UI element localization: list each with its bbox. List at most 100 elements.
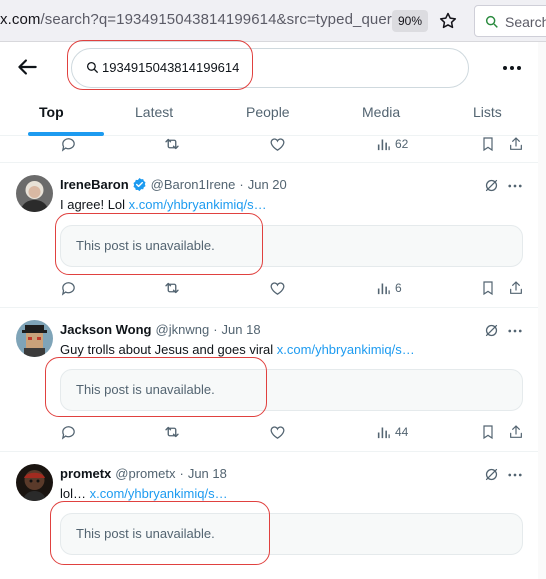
url-bar[interactable]: x.com/search?q=1934915043814199614&src=t…	[0, 11, 399, 28]
search-input[interactable]: 1934915043814199614	[71, 48, 469, 88]
search-icon	[485, 15, 498, 28]
more-options-icon[interactable]	[506, 177, 524, 195]
display-name[interactable]: prometx	[60, 466, 111, 481]
browser-toolbar: x.com/search?q=1934915043814199614&src=t…	[0, 0, 546, 42]
grok-icon[interactable]	[483, 322, 500, 339]
analytics-icon	[377, 139, 390, 150]
like-button[interactable]	[269, 422, 286, 442]
tweet-item[interactable]: IreneBaron @Baron1Irene · Jun 20 I agree…	[0, 163, 538, 308]
handle[interactable]: @Baron1Irene	[151, 177, 236, 192]
share-button[interactable]	[508, 422, 524, 442]
share-icon	[510, 137, 522, 150]
tweet-header: IreneBaron @Baron1Irene · Jun 20	[60, 177, 287, 192]
bookmark-star-icon[interactable]	[438, 11, 458, 31]
timestamp[interactable]: Jun 18	[188, 466, 227, 481]
more-options-icon[interactable]	[500, 56, 524, 80]
heart-icon	[270, 281, 285, 295]
tweet-text: I agree! Lol x.com/yhbryankimiq/s…	[60, 197, 267, 212]
reply-icon	[61, 137, 75, 152]
views-button[interactable]: 44	[376, 422, 408, 442]
tweet-header: Jackson Wong @jknwng · Jun 18	[60, 322, 261, 337]
unavailable-text: This post is unavailable.	[76, 238, 215, 253]
heart-icon	[270, 137, 285, 151]
tweet-item[interactable]: Jackson Wong @jknwng · Jun 18 Guy trolls…	[0, 308, 538, 452]
reply-button[interactable]	[60, 422, 77, 442]
reply-icon	[61, 425, 75, 440]
tweet-link[interactable]: x.com/yhbryankimiq/s…	[277, 342, 415, 357]
tweet-link[interactable]: x.com/yhbryankimiq/s…	[129, 197, 267, 212]
views-button[interactable]: 6	[376, 278, 402, 298]
bookmark-button[interactable]	[480, 134, 496, 154]
unavailable-text: This post is unavailable.	[76, 382, 215, 397]
quoted-post-unavailable: This post is unavailable.	[60, 369, 523, 411]
browser-search-box[interactable]: Search	[474, 5, 546, 37]
timestamp[interactable]: Jun 20	[248, 177, 287, 192]
tweet-text-content: I agree! Lol	[60, 197, 129, 212]
search-tabs: Top Latest People Media Lists	[0, 90, 538, 136]
tweet-link[interactable]: x.com/yhbryankimiq/s…	[90, 486, 228, 501]
tab-media[interactable]: Media	[362, 104, 400, 120]
search-icon	[86, 61, 99, 74]
views-button[interactable]: 62	[376, 134, 408, 154]
grok-icon[interactable]	[483, 466, 500, 483]
analytics-icon	[377, 427, 390, 438]
handle[interactable]: @jknwng	[156, 322, 210, 337]
avatar[interactable]	[16, 320, 53, 357]
avatar[interactable]	[16, 175, 53, 212]
grok-icon[interactable]	[483, 177, 500, 194]
reply-icon	[61, 281, 75, 296]
verified-badge-icon	[133, 177, 146, 192]
tab-latest[interactable]: Latest	[135, 104, 173, 120]
tweet-header: prometx @prometx · Jun 18	[60, 466, 227, 481]
more-options-icon[interactable]	[506, 322, 524, 340]
tweet-actions: 6	[60, 278, 526, 298]
separator-dot: ·	[179, 466, 184, 481]
display-name[interactable]: IreneBaron	[60, 177, 129, 192]
bookmark-button[interactable]	[480, 278, 496, 298]
reply-button[interactable]	[60, 134, 77, 154]
unavailable-text: This post is unavailable.	[76, 526, 215, 541]
analytics-icon	[377, 283, 390, 294]
bookmark-icon	[483, 425, 493, 440]
bookmark-button[interactable]	[480, 422, 496, 442]
tweet-text-content: lol…	[60, 486, 90, 501]
more-options-icon[interactable]	[506, 466, 524, 484]
timestamp[interactable]: Jun 18	[222, 322, 261, 337]
zoom-indicator[interactable]: 90%	[392, 10, 428, 32]
handle[interactable]: @prometx	[115, 466, 175, 481]
share-button[interactable]	[508, 278, 524, 298]
separator-dot: ·	[213, 322, 218, 337]
repost-icon	[165, 426, 179, 438]
avatar[interactable]	[16, 464, 53, 501]
quoted-post-unavailable: This post is unavailable.	[60, 225, 523, 267]
tab-people[interactable]: People	[246, 104, 290, 120]
reply-button[interactable]	[60, 278, 77, 298]
bookmark-icon	[483, 137, 493, 152]
separator-dot: ·	[239, 177, 244, 192]
share-icon	[510, 425, 522, 438]
tab-lists[interactable]: Lists	[473, 104, 502, 120]
views-count: 6	[395, 281, 402, 295]
display-name[interactable]: Jackson Wong	[60, 322, 152, 337]
back-arrow-icon[interactable]	[14, 54, 40, 80]
repost-icon	[165, 282, 179, 294]
tweet-text: lol… x.com/yhbryankimiq/s…	[60, 486, 228, 501]
repost-button[interactable]	[163, 134, 181, 154]
like-button[interactable]	[269, 134, 286, 154]
heart-icon	[270, 425, 285, 439]
tab-top[interactable]: Top	[39, 104, 64, 120]
repost-button[interactable]	[163, 422, 181, 442]
views-count: 62	[395, 137, 409, 151]
quoted-post-unavailable: This post is unavailable.	[60, 513, 523, 555]
tweet-item[interactable]: prometx @prometx · Jun 18 lol… x.com/yhb…	[0, 452, 538, 579]
url-path: /search?q=1934915043814199614&src=typed_…	[40, 11, 400, 28]
scrollbar[interactable]	[538, 42, 546, 579]
tweet-actions: 44	[60, 422, 526, 442]
bookmark-icon	[483, 281, 493, 296]
tweet-actions: 62	[60, 134, 526, 154]
share-button[interactable]	[508, 134, 524, 154]
like-button[interactable]	[269, 278, 286, 298]
repost-button[interactable]	[163, 278, 181, 298]
views-count: 44	[395, 425, 409, 439]
repost-icon	[165, 138, 179, 150]
